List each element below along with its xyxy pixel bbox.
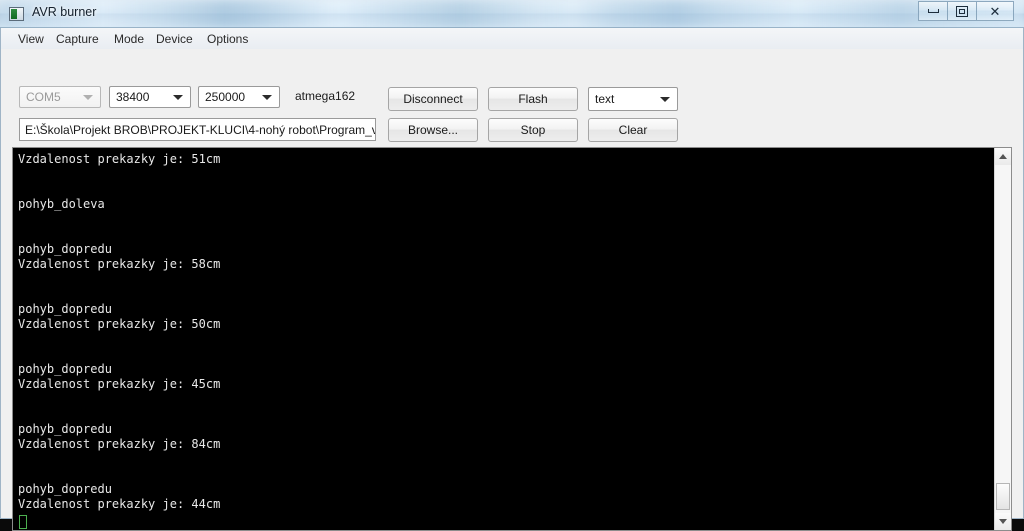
com-port-value: COM5	[26, 90, 61, 104]
terminal-line: pohyb_doleva	[18, 197, 994, 212]
browse-button[interactable]: Browse...	[388, 118, 478, 142]
menu-item-view[interactable]: View	[13, 31, 49, 47]
title-bar[interactable]: AVR burner ✕	[0, 0, 1024, 28]
minimize-icon	[928, 9, 939, 13]
terminal-line	[18, 407, 994, 422]
clock-speed-value: 250000	[205, 90, 245, 104]
scroll-down-icon	[999, 519, 1007, 524]
baudrate-select[interactable]: 38400	[109, 86, 191, 108]
maximize-icon	[956, 6, 968, 17]
terminal-line: pohyb_dopredu	[18, 242, 994, 257]
clear-button[interactable]: Clear	[588, 118, 678, 142]
terminal-line: Vzdalenost prekazky je: 50cm	[18, 317, 994, 332]
terminal-line	[18, 272, 994, 287]
com-port-select[interactable]: COM5	[19, 86, 101, 108]
terminal-line: Vzdalenost prekazky je: 45cm	[18, 377, 994, 392]
chevron-down-icon	[660, 97, 670, 102]
terminal-panel: Vzdalenost prekazky je: 51cm pohyb_dolev…	[12, 147, 1012, 531]
scroll-down-button[interactable]	[995, 513, 1011, 530]
terminal-line	[18, 452, 994, 467]
clock-speed-select[interactable]: 250000	[198, 86, 280, 108]
application-window: AVR burner ✕ View Capture Mode Device Op…	[0, 0, 1024, 519]
menu-item-options[interactable]: Options	[202, 31, 253, 47]
terminal-output[interactable]: Vzdalenost prekazky je: 51cm pohyb_dolev…	[13, 148, 994, 530]
terminal-line	[18, 287, 994, 302]
firmware-path-input[interactable]: E:\Škola\Projekt BROB\PROJEKT-KLUCI\4-no…	[19, 118, 376, 141]
scrollbar-track[interactable]	[995, 165, 1011, 513]
stop-button[interactable]: Stop	[488, 118, 578, 142]
maximize-button[interactable]	[947, 1, 976, 21]
device-label: atmega162	[295, 89, 355, 103]
menu-item-mode[interactable]: Mode	[109, 31, 149, 47]
scroll-up-button[interactable]	[995, 148, 1011, 165]
output-format-select[interactable]: text	[588, 87, 678, 111]
terminal-scrollbar[interactable]	[994, 148, 1011, 530]
terminal-line: pohyb_dopredu	[18, 482, 994, 497]
chevron-down-icon	[173, 95, 183, 100]
terminal-line: Vzdalenost prekazky je: 84cm	[18, 437, 994, 452]
terminal-caret	[19, 515, 27, 529]
scroll-up-icon	[999, 154, 1007, 159]
baudrate-value: 38400	[116, 90, 149, 104]
terminal-line	[18, 182, 994, 197]
menu-item-device[interactable]: Device	[151, 31, 198, 47]
terminal-line: Vzdalenost prekazky je: 58cm	[18, 257, 994, 272]
scrollbar-thumb[interactable]	[996, 483, 1010, 510]
close-icon: ✕	[990, 5, 1001, 18]
terminal-line	[18, 212, 994, 227]
terminal-line	[18, 347, 994, 362]
flash-button[interactable]: Flash	[488, 87, 578, 111]
disconnect-button[interactable]: Disconnect	[388, 87, 478, 111]
terminal-line	[18, 167, 994, 182]
toolbar: COM5 38400 250000 atmega162 Disconnect F…	[1, 49, 1023, 143]
terminal-line	[18, 392, 994, 407]
window-client-area: View Capture Mode Device Options COM5 38…	[0, 28, 1024, 519]
chevron-down-icon	[83, 95, 93, 100]
terminal-line: pohyb_dopredu	[18, 422, 994, 437]
menu-bar: View Capture Mode Device Options	[1, 28, 1023, 50]
terminal-line	[18, 332, 994, 347]
menu-item-capture[interactable]: Capture	[51, 31, 104, 47]
window-title: AVR burner	[32, 5, 96, 19]
chevron-down-icon	[262, 95, 272, 100]
terminal-line: pohyb_dopredu	[18, 362, 994, 377]
output-format-value: text	[595, 92, 614, 106]
terminal-line: Vzdalenost prekazky je: 51cm	[18, 152, 994, 167]
close-button[interactable]: ✕	[976, 1, 1014, 21]
terminal-line	[18, 227, 994, 242]
minimize-button[interactable]	[918, 1, 947, 21]
aero-glass-effect	[0, 0, 1024, 28]
terminal-line: pohyb_dopredu	[18, 302, 994, 317]
terminal-line	[18, 467, 994, 482]
terminal-line: Vzdalenost prekazky je: 44cm	[18, 497, 994, 512]
app-window-icon	[9, 7, 24, 21]
